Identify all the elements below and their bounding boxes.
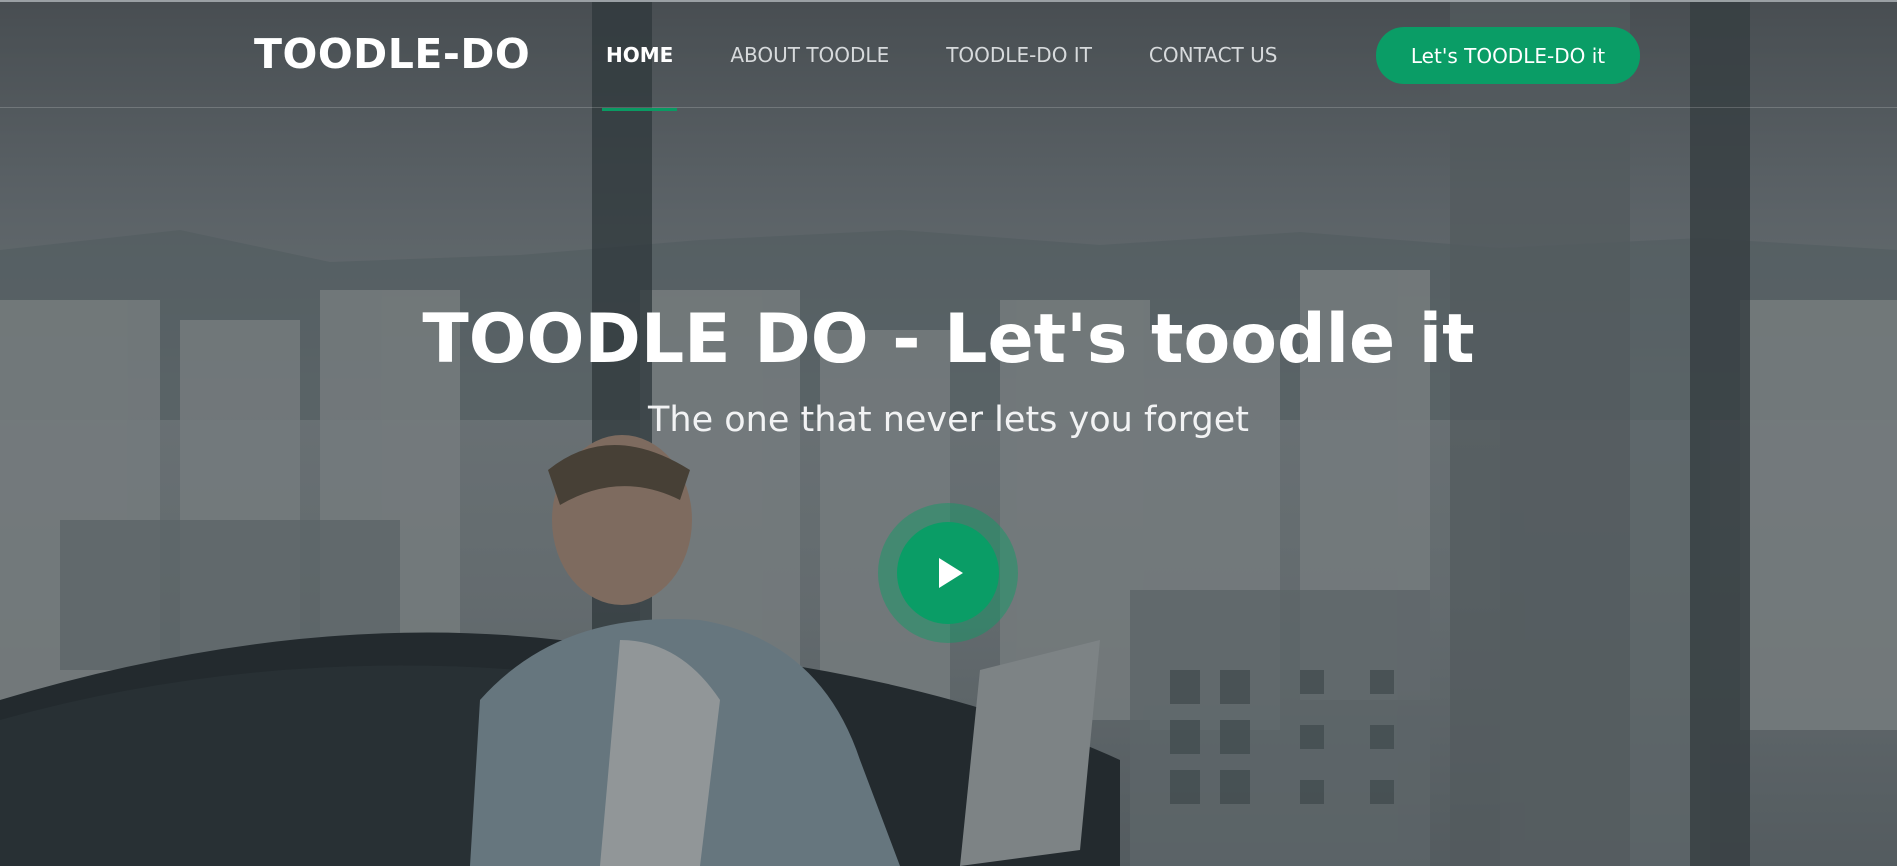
nav-item-about-toodle[interactable]: ABOUT TOODLE	[724, 40, 895, 70]
nav-item-toodle-do-it[interactable]: TOODLE-DO IT	[940, 40, 1098, 70]
brand-logo[interactable]: TOODLE-DO	[254, 28, 530, 80]
play-button-circle[interactable]	[897, 522, 999, 624]
play-video-button[interactable]	[878, 503, 1018, 643]
hero-subheadline: The one that never lets you forget	[648, 400, 1249, 440]
hero-headline: TOODLE DO - Let's toodle it	[422, 300, 1475, 379]
nav-item-contact-us[interactable]: CONTACT US	[1143, 40, 1284, 70]
nav-item-home[interactable]: HOME	[600, 40, 679, 111]
top-navbar: TOODLE-DO HOME ABOUT TOODLE TOODLE-DO IT…	[0, 0, 1897, 111]
play-icon	[939, 558, 963, 588]
hero-section: TOODLE-DO HOME ABOUT TOODLE TOODLE-DO IT…	[0, 0, 1897, 866]
main-nav: HOME ABOUT TOODLE TOODLE-DO IT CONTACT U…	[600, 40, 1328, 111]
lets-toodle-do-it-button[interactable]: Let's TOODLE-DO it	[1376, 27, 1640, 84]
top-edge-line	[0, 0, 1897, 2]
